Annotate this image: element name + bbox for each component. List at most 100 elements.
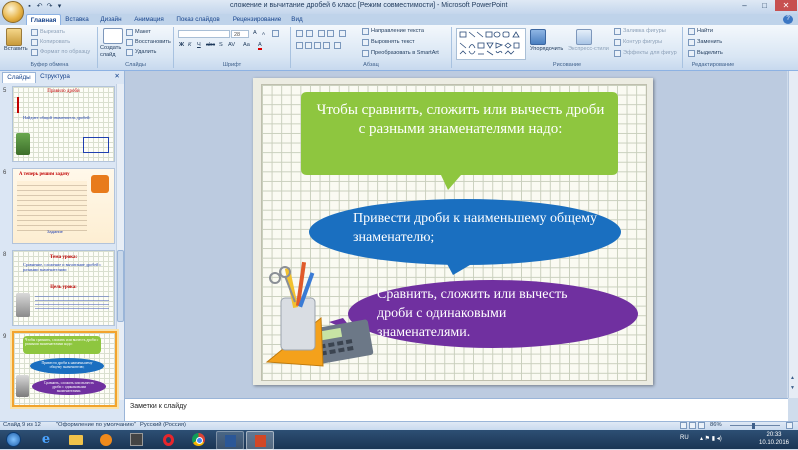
case-button[interactable]: Aa xyxy=(243,42,250,48)
notes-pane[interactable] xyxy=(125,398,788,421)
opera-icon[interactable] xyxy=(155,431,181,448)
format-painter-icon[interactable] xyxy=(31,49,38,56)
bold-button[interactable]: Ж xyxy=(179,42,184,48)
media-player-icon[interactable] xyxy=(93,431,119,448)
align-text-button[interactable]: Выровнять текст xyxy=(371,39,415,45)
clock[interactable]: 20:33 10.10.2016 xyxy=(752,431,796,447)
bullets-icon[interactable] xyxy=(296,30,303,37)
line-spacing-icon[interactable] xyxy=(339,30,346,37)
spacing-button[interactable]: AV xyxy=(228,42,235,48)
start-button[interactable] xyxy=(2,431,24,448)
tab-animation[interactable]: Анимация xyxy=(130,14,168,25)
new-slide-icon[interactable] xyxy=(103,28,123,44)
reset-button[interactable]: Восстановить xyxy=(135,39,171,45)
shape-outline-icon[interactable] xyxy=(614,39,621,46)
font-name-field[interactable] xyxy=(178,30,230,38)
strike-button[interactable]: abc xyxy=(206,42,215,48)
zoom-level[interactable]: 86% xyxy=(710,422,722,428)
next-slide-icon[interactable]: ▼ xyxy=(789,385,796,394)
slide-thumbnail-5[interactable]: Правило дроби Найдите общий знаменатель … xyxy=(12,86,115,162)
minimize-button[interactable]: – xyxy=(735,0,754,11)
slides-panel-scrollbar[interactable] xyxy=(116,84,124,400)
increase-indent-icon[interactable] xyxy=(327,30,334,37)
close-button[interactable]: ✕ xyxy=(775,0,797,11)
callout-blue-text[interactable]: Привести дроби к наименьшему общему знам… xyxy=(353,209,598,247)
text-direction-icon[interactable] xyxy=(362,28,369,35)
delete-button[interactable]: Удалить xyxy=(135,49,156,55)
callout-green-text[interactable]: Чтобы сравнить, сложить или вычесть дроб… xyxy=(313,101,608,139)
numbering-icon[interactable] xyxy=(306,30,313,37)
callout-purple-text[interactable]: Сравнить, сложить или вычесть дроби с од… xyxy=(377,285,602,342)
paste-icon[interactable] xyxy=(6,28,22,46)
shape-outline-button[interactable]: Контур фигуры xyxy=(623,39,662,45)
keyboard-language[interactable]: RU xyxy=(680,435,689,441)
app-icon[interactable] xyxy=(123,431,149,448)
clear-format-icon[interactable] xyxy=(272,30,279,37)
smartart-button[interactable]: Преобразовать в SmartArt xyxy=(371,50,439,56)
tab-slideshow[interactable]: Показ слайдов xyxy=(172,14,224,25)
grow-font-button[interactable]: A xyxy=(253,30,257,36)
align-right-icon[interactable] xyxy=(314,42,321,49)
tab-slides[interactable]: Слайды xyxy=(2,72,36,83)
shape-fill-button[interactable]: Заливка фигуры xyxy=(623,28,666,34)
prev-slide-icon[interactable]: ▲ xyxy=(789,375,796,384)
delete-icon[interactable] xyxy=(126,49,133,56)
slide-thumbnail-9[interactable]: Чтобы сравнить, сложить или вычесть дроб… xyxy=(12,331,117,407)
select-icon[interactable] xyxy=(688,50,695,57)
columns-icon[interactable] xyxy=(334,42,341,49)
shape-effects-button[interactable]: Эффекты для фигур xyxy=(623,50,677,56)
zoom-slider-thumb[interactable] xyxy=(752,423,755,429)
tab-review[interactable]: Рецензирование xyxy=(228,14,286,25)
justify-icon[interactable] xyxy=(323,42,330,49)
layout-button[interactable]: Макет xyxy=(135,29,151,35)
redo-icon[interactable]: ↷ xyxy=(45,2,54,11)
cut-icon[interactable] xyxy=(31,29,38,36)
reset-icon[interactable] xyxy=(126,39,133,46)
slide-thumbnail-6[interactable]: А теперь решим задачу Задание xyxy=(12,168,115,244)
word-icon[interactable] xyxy=(216,431,244,450)
explorer-icon[interactable] xyxy=(63,431,89,448)
find-icon[interactable] xyxy=(688,28,695,35)
tab-view[interactable]: Вид xyxy=(289,14,305,25)
copy-button[interactable]: Копировать xyxy=(40,39,70,45)
current-slide[interactable]: Чтобы сравнить, сложить или вычесть дроб… xyxy=(253,78,653,385)
new-slide-button[interactable]: Создать слайд xyxy=(100,45,124,59)
panel-close-icon[interactable]: ✕ xyxy=(112,72,122,82)
chrome-icon[interactable] xyxy=(185,431,211,448)
quick-access-dropdown-icon[interactable]: ▾ xyxy=(55,2,64,11)
help-icon[interactable]: ? xyxy=(783,15,793,24)
underline-button[interactable]: Ч xyxy=(197,42,201,48)
align-text-icon[interactable] xyxy=(362,39,369,46)
shadow-button[interactable]: S xyxy=(219,42,223,48)
shapes-gallery[interactable] xyxy=(456,28,526,60)
slide-thumbnail-8[interactable]: Тема урока: Сравнение, сложение и вычита… xyxy=(12,250,115,326)
shrink-font-button[interactable]: A xyxy=(262,31,265,36)
copy-icon[interactable] xyxy=(31,39,38,46)
layout-icon[interactable] xyxy=(126,29,133,36)
text-direction-button[interactable]: Направление текста xyxy=(371,28,424,34)
slide-scrollbar[interactable] xyxy=(788,71,798,398)
decrease-indent-icon[interactable] xyxy=(318,30,325,37)
arrange-button[interactable]: Упорядочить xyxy=(530,46,563,52)
replace-button[interactable]: Заменить xyxy=(697,39,722,45)
select-button[interactable]: Выделить xyxy=(697,50,723,56)
tray-icons[interactable]: ▴ ⚑ ▮ ◂) xyxy=(700,435,722,442)
font-color-button[interactable]: A xyxy=(258,42,262,50)
tab-insert[interactable]: Вставка xyxy=(62,14,92,25)
italic-button[interactable]: К xyxy=(188,42,191,48)
replace-icon[interactable] xyxy=(688,39,695,46)
status-language[interactable]: Русский (Россия) xyxy=(140,422,186,428)
normal-view-icon[interactable] xyxy=(680,422,687,429)
maximize-button[interactable]: □ xyxy=(755,0,774,11)
shape-fill-icon[interactable] xyxy=(614,28,621,35)
cut-button[interactable]: Вырезать xyxy=(40,29,65,35)
quick-styles-icon[interactable] xyxy=(576,29,592,45)
office-button[interactable] xyxy=(2,1,24,23)
slideshow-view-icon[interactable] xyxy=(698,422,705,429)
paste-button[interactable]: Вставить xyxy=(4,46,28,52)
align-center-icon[interactable] xyxy=(305,42,312,49)
fit-slide-icon[interactable] xyxy=(786,422,793,429)
save-icon[interactable]: ▪ xyxy=(25,2,34,11)
tab-outline[interactable]: Структура xyxy=(37,72,73,82)
zoom-slider[interactable] xyxy=(730,425,780,426)
